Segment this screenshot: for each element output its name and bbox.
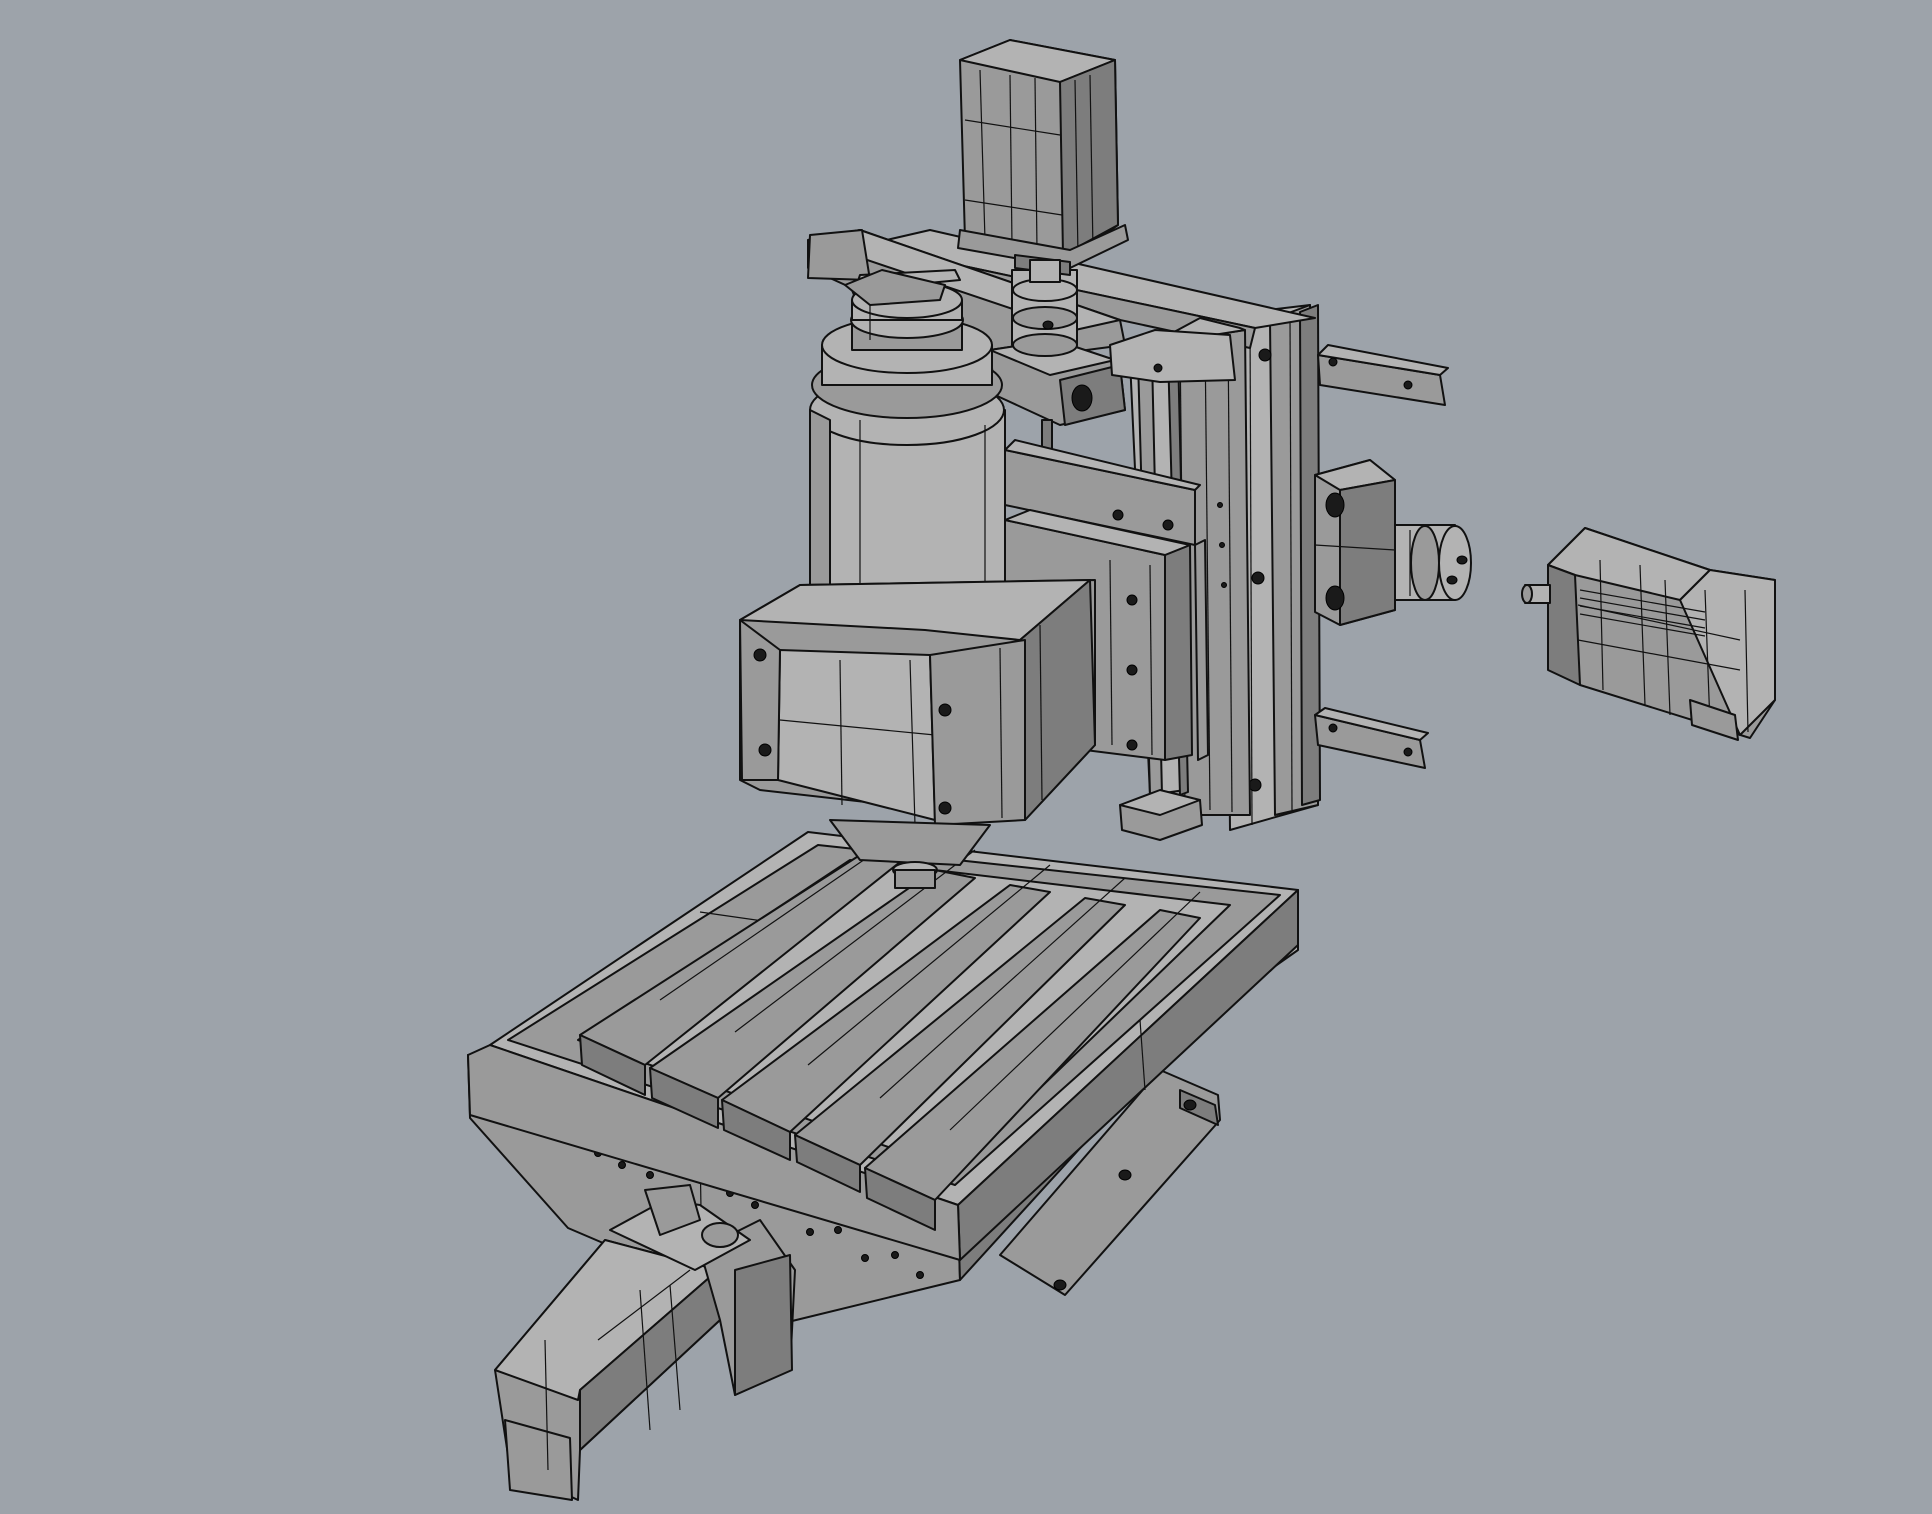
x-axis-stepper-motor[interactable] xyxy=(494,1184,796,1501)
cad-viewport[interactable] xyxy=(0,0,1932,1514)
z-axis-stepper-motor[interactable] xyxy=(957,39,1129,283)
y-axis-coupling[interactable] xyxy=(1394,524,1472,601)
y-axis-stepper-motor[interactable] xyxy=(1521,527,1776,741)
